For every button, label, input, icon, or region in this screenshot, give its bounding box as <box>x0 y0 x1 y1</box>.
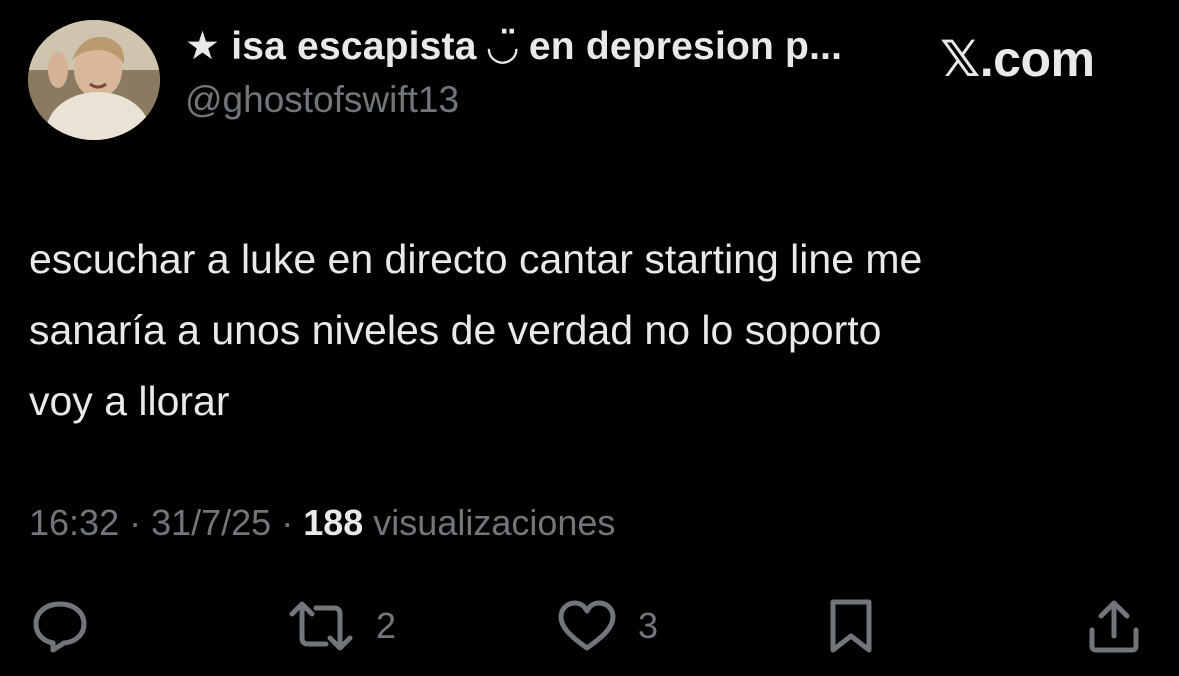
bookmark-icon <box>830 599 872 653</box>
like-count: 3 <box>638 605 659 646</box>
tweet-date[interactable]: 31/7/25 <box>151 502 271 543</box>
meta-separator: · <box>119 502 152 543</box>
heart-icon <box>558 600 616 651</box>
action-bar: 2 3 <box>0 596 1179 656</box>
avatar-photo-icon <box>28 20 160 140</box>
share-button[interactable] <box>1085 596 1143 656</box>
retweet-button[interactable]: 2 <box>286 596 396 656</box>
bookmark-button[interactable] <box>825 596 877 656</box>
retweet-count: 2 <box>376 605 397 646</box>
tweet-time[interactable]: 16:32 <box>29 502 119 543</box>
tweet-text: escuchar a luke en directo cantar starti… <box>29 236 923 424</box>
views-label: visualizaciones <box>363 502 616 543</box>
like-button[interactable]: 3 <box>556 596 658 656</box>
meta-separator: · <box>271 502 304 543</box>
user-handle[interactable]: @ghostofswift13 <box>185 79 459 121</box>
views-count: 188 <box>303 502 364 543</box>
retweet-icon <box>289 601 353 651</box>
x-com-logo: 𝕏.com <box>940 31 1095 87</box>
reply-button[interactable] <box>31 596 89 656</box>
avatar[interactable] <box>28 20 160 140</box>
display-name[interactable]: ★ isa escapista ◡̈ en depresion p... <box>185 24 842 69</box>
reply-icon <box>33 601 87 653</box>
tweet-meta: 16:32 · 31/7/25 · 188 visualizaciones <box>29 502 615 544</box>
share-icon <box>1089 600 1139 653</box>
